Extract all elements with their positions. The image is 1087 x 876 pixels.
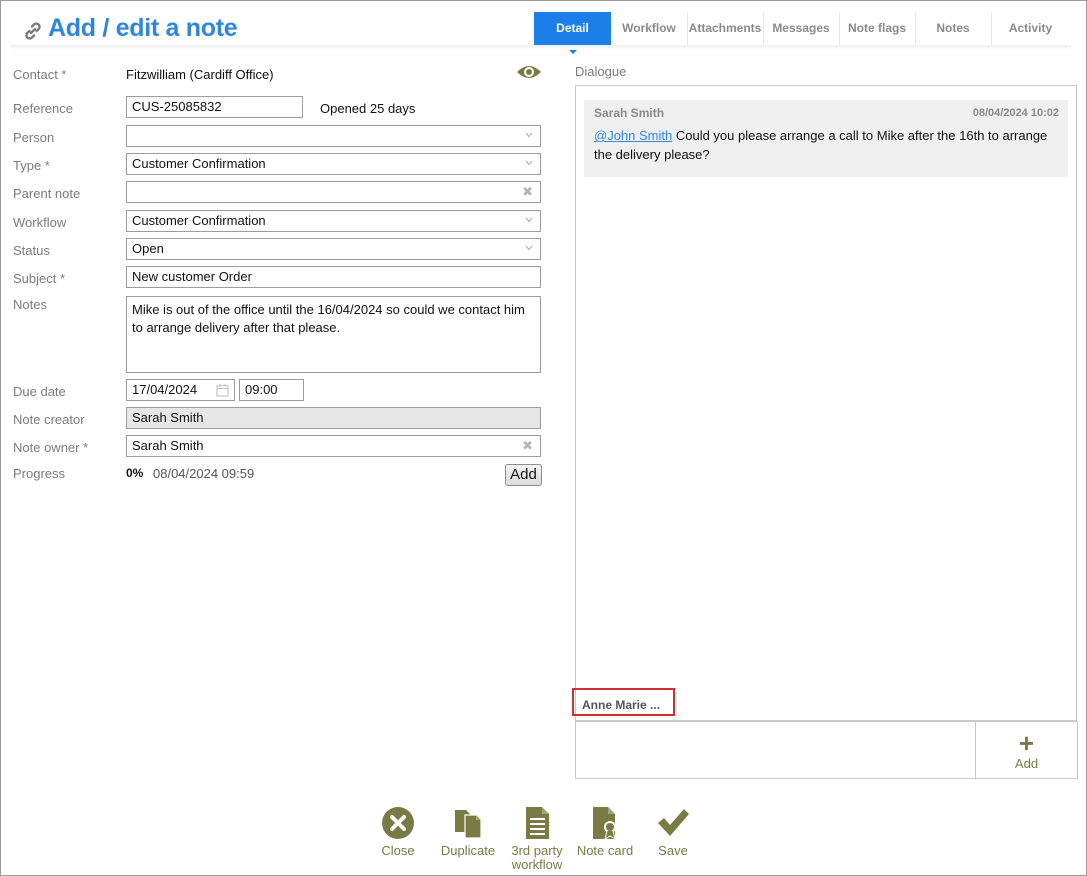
type-label: Type *	[13, 158, 50, 173]
due-time-field[interactable]: 09:00	[239, 379, 304, 401]
progress-label: Progress	[13, 466, 66, 481]
clear-icon[interactable]: ✖	[522, 182, 533, 202]
note-card-label: Note card	[576, 843, 634, 858]
opened-text: Opened 25 days	[320, 101, 416, 116]
type-value: Customer Confirmation	[132, 156, 266, 171]
chevron-down-icon	[525, 245, 533, 251]
person-label: Person	[13, 130, 55, 145]
duplicate-label: Duplicate	[440, 843, 496, 858]
tab-attachments[interactable]: Attachments	[687, 12, 764, 45]
tab-activity[interactable]: Activity	[991, 12, 1070, 45]
message-text: @John Smith Could you please arrange a c…	[594, 126, 1058, 164]
workflow-label: Workflow	[13, 215, 67, 230]
note-creator-field: Sarah Smith	[126, 407, 541, 429]
close-button[interactable]: Close	[376, 806, 420, 858]
close-label: Close	[381, 843, 415, 858]
reply-input[interactable]	[575, 721, 976, 779]
reply-add-label: Add	[1014, 756, 1039, 771]
save-label: Save	[658, 843, 688, 858]
link-icon	[25, 22, 41, 40]
calendar-icon[interactable]	[216, 383, 229, 397]
type-select[interactable]: Customer Confirmation	[126, 153, 541, 175]
status-select[interactable]: Open	[126, 238, 541, 260]
workflow-value: Customer Confirmation	[132, 213, 266, 228]
notes-textarea[interactable]: Mike is out of the office until the 16/0…	[126, 296, 541, 373]
note-card-button[interactable]: Note card	[575, 806, 635, 858]
note-dialog: Add / edit a note Detail Workflow Attach…	[0, 0, 1087, 876]
contact-label: Contact *	[13, 67, 67, 82]
third-party-label: 3rd party	[511, 843, 563, 858]
page-title: Add / edit a note	[48, 14, 238, 42]
tab-notes[interactable]: Notes	[915, 12, 992, 45]
clear-icon[interactable]: ✖	[522, 436, 533, 456]
note-card-icon	[593, 807, 616, 840]
typing-indicator: Anne Marie ...	[572, 688, 675, 716]
subject-label: Subject *	[13, 271, 66, 286]
message-time: 08/04/2024 10:02	[972, 107, 1059, 119]
notes-label: Notes	[13, 297, 47, 312]
typing-dots: ...	[650, 698, 661, 712]
progress-timestamp: 08/04/2024 09:59	[153, 466, 255, 481]
tab-workflow[interactable]: Workflow	[611, 12, 688, 45]
tab-detail[interactable]: Detail	[534, 12, 611, 54]
person-select[interactable]	[126, 125, 541, 147]
dialogue-panel: Sarah Smith 08/04/2024 10:02 @John Smith…	[575, 85, 1077, 721]
chevron-down-icon	[525, 132, 533, 138]
due-date-value: 17/04/2024	[132, 382, 198, 397]
note-owner-value: Sarah Smith	[132, 438, 204, 453]
add-progress-button[interactable]: Add	[505, 464, 542, 486]
note-owner-field[interactable]: Sarah Smith ✖	[126, 435, 541, 457]
chevron-down-icon	[525, 217, 533, 223]
tab-bar: Detail Workflow Attachments Messages Not…	[534, 12, 1070, 54]
close-icon	[382, 807, 414, 839]
mention-link[interactable]: @John Smith	[594, 128, 672, 143]
third-party-workflow-button[interactable]: 3rd party workflow	[508, 806, 566, 872]
dialogue-label: Dialogue	[575, 64, 627, 79]
reference-field[interactable]: CUS-25085832	[126, 96, 303, 118]
note-creator-label: Note creator	[13, 412, 85, 427]
workflow-label-2: workflow	[511, 857, 563, 872]
reply-add-button[interactable]: + Add	[975, 721, 1078, 779]
reference-label: Reference	[13, 101, 73, 116]
tab-underline	[11, 45, 1071, 50]
progress-percent: 0%	[126, 466, 144, 480]
subject-field[interactable]: New customer Order	[126, 266, 541, 288]
duplicate-icon	[455, 810, 482, 839]
duplicate-button[interactable]: Duplicate	[437, 806, 499, 858]
plus-icon: +	[1018, 728, 1035, 758]
workflow-select[interactable]: Customer Confirmation	[126, 210, 541, 232]
status-label: Status	[13, 243, 50, 258]
document-icon	[526, 807, 549, 839]
dialogue-message: Sarah Smith 08/04/2024 10:02 @John Smith…	[584, 100, 1068, 177]
chevron-down-icon	[525, 160, 533, 166]
status-value: Open	[132, 241, 164, 256]
contact-value[interactable]: Fitzwilliam (Cardiff Office)	[126, 67, 274, 82]
due-date-field[interactable]: 17/04/2024	[126, 379, 235, 401]
due-date-label: Due date	[13, 384, 66, 399]
tab-note-flags[interactable]: Note flags	[839, 12, 916, 45]
parent-note-label: Parent note	[13, 186, 81, 201]
note-owner-label: Note owner *	[13, 440, 89, 455]
check-icon	[658, 809, 689, 836]
parent-note-field[interactable]: ✖	[126, 181, 541, 203]
eye-icon[interactable]	[516, 63, 542, 81]
typing-user: Anne Marie	[582, 698, 647, 712]
tab-messages[interactable]: Messages	[763, 12, 840, 45]
save-button[interactable]: Save	[653, 806, 693, 858]
